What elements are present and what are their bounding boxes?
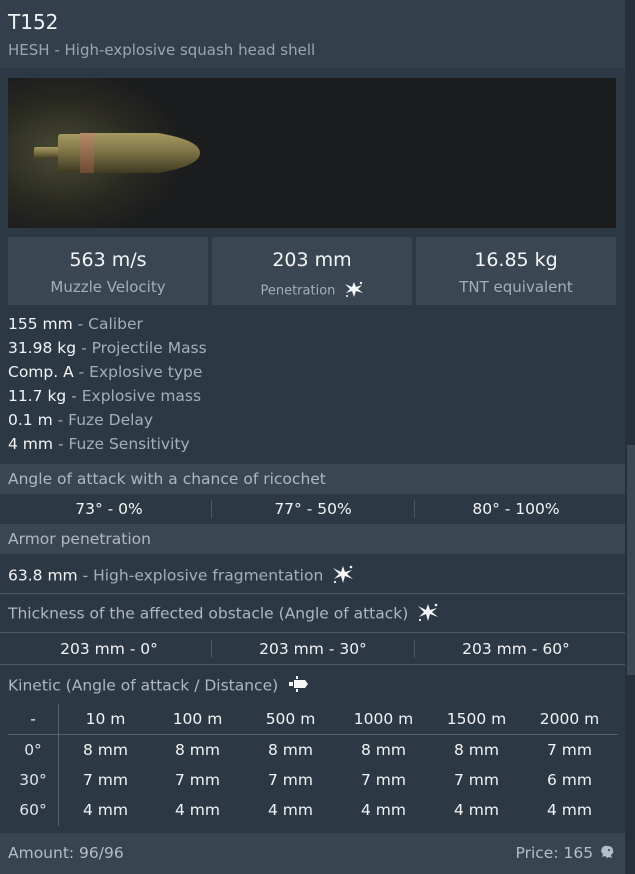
prop-desc: - Caliber [77,315,143,333]
frag-desc: - High-explosive fragmentation [82,566,324,585]
kinetic-header: Kinetic (Angle of attack / Distance) [8,675,309,697]
ricochet-cell: 73° - 0% [75,500,143,518]
prop-caliber: 155 mm - Caliber [8,315,143,333]
stat-tnt-equivalent: 16.85 kg TNT equivalent [416,237,616,305]
ammo-price: Price: 165 [516,844,615,863]
ricochet-row: 73° - 0% 77° - 50% 80° - 100% [0,494,625,524]
ammo-header: T152 HESH - High-explosive squash head s… [0,0,625,68]
table-col-header: 100 m [172,710,223,728]
explosion-icon [332,564,354,588]
kinetic-shell-icon [287,675,309,697]
table-col-header: 2000 m [539,710,600,728]
prop-value: 11.7 kg [8,387,67,405]
kinetic-title: Kinetic (Angle of attack / Distance) [8,676,279,695]
thickness-header: Thickness of the affected obstacle (Angl… [8,602,439,626]
stat-label: TNT equivalent [459,278,573,296]
prop-projectile-mass: 31.98 kg - Projectile Mass [8,339,207,357]
frag-value: 63.8 mm [8,566,78,585]
stat-label-text: Penetration [260,283,336,299]
table-col-header: 1000 m [353,710,414,728]
prop-value: Comp. A [8,363,74,381]
ricochet-cell: 77° - 50% [274,500,352,518]
ammo-info-panel: T152 HESH - High-explosive squash head s… [0,0,625,874]
table-cell: 8 mm [175,741,220,759]
explosion-icon [344,280,364,302]
divider [0,664,625,665]
footer-bar: Amount: 96/96 Price: 165 [0,833,625,874]
thickness-cell: 203 mm - 0° [60,640,158,658]
table-cell: 8 mm [268,741,313,759]
divider [0,632,625,633]
table-cell: 4 mm [547,801,592,819]
table-cell: 7 mm [454,771,499,789]
prop-value: 155 mm [8,315,73,333]
table-cell: 4 mm [361,801,406,819]
table-row-header: 30° [19,771,47,789]
table-cell: 7 mm [547,741,592,759]
stat-value: 16.85 kg [474,249,558,271]
prop-value: 4 mm [8,435,53,453]
table-cell: 8 mm [454,741,499,759]
table-cell: 7 mm [268,771,313,789]
stat-muzzle-velocity: 563 m/s Muzzle Velocity [8,237,208,305]
he-fragmentation-row: 63.8 mm - High-explosive fragmentation [8,564,354,588]
ricochet-section-header: Angle of attack with a chance of ricoche… [0,464,625,494]
table-cell: 8 mm [361,741,406,759]
table-cell: 4 mm [268,801,313,819]
armor-section-header: Armor penetration [0,524,625,554]
prop-explosive-type: Comp. A - Explosive type [8,363,202,381]
table-cell: 7 mm [83,771,128,789]
ammo-amount: Amount: 96/96 [8,844,124,862]
ricochet-title: Angle of attack with a chance of ricoche… [8,470,326,488]
table-col-header: 10 m [85,710,126,728]
table-col-header: 1500 m [446,710,507,728]
prop-explosive-mass: 11.7 kg - Explosive mass [8,387,201,405]
stat-label: Muzzle Velocity [50,278,166,296]
table-cell: 7 mm [361,771,406,789]
thickness-cell: 203 mm - 30° [259,640,367,658]
prop-value: 0.1 m [8,411,53,429]
scrollbar-thumb[interactable] [627,445,635,675]
prop-value: 31.98 kg [8,339,77,357]
prop-fuze-delay: 0.1 m - Fuze Delay [8,411,153,429]
ricochet-cell: 80° - 100% [472,500,560,518]
table-cell: 4 mm [83,801,128,819]
armor-title: Armor penetration [8,530,151,548]
prop-fuze-sensitivity: 4 mm - Fuze Sensitivity [8,435,190,453]
shell-preview-image [8,78,616,228]
divider [0,593,625,594]
prop-desc: - Explosive type [78,363,203,381]
stat-label: Penetration [212,280,412,302]
table-col-header: 500 m [265,710,316,728]
table-row-header: 60° [19,801,47,819]
table-divider-vertical [58,704,59,826]
prop-desc: - Fuze Delay [57,411,154,429]
silver-lion-icon [599,845,615,863]
ammo-title: T152 [8,10,59,34]
thickness-row: 203 mm - 0° 203 mm - 30° 203 mm - 60° [0,634,625,664]
table-row-header: 0° [24,741,42,759]
stat-penetration: 203 mm Penetration [212,237,412,305]
ammo-subtitle: HESH - High-explosive squash head shell [8,41,316,59]
table-corner: - [30,710,36,728]
thickness-cell: 203 mm - 60° [462,640,570,658]
stat-value: 563 m/s [69,249,147,271]
table-cell: 4 mm [454,801,499,819]
prop-desc: - Projectile Mass [81,339,207,357]
explosion-icon [417,602,439,626]
thickness-title: Thickness of the affected obstacle (Angl… [8,604,409,623]
prop-desc: - Explosive mass [71,387,202,405]
table-cell: 7 mm [175,771,220,789]
prop-desc: - Fuze Sensitivity [57,435,190,453]
table-cell: 6 mm [547,771,592,789]
scrollbar-track[interactable] [625,0,635,874]
price-text: Price: 165 [515,844,594,862]
table-cell: 8 mm [83,741,128,759]
stat-value: 203 mm [272,249,352,271]
table-divider-horizontal [8,734,618,735]
table-cell: 4 mm [175,801,220,819]
